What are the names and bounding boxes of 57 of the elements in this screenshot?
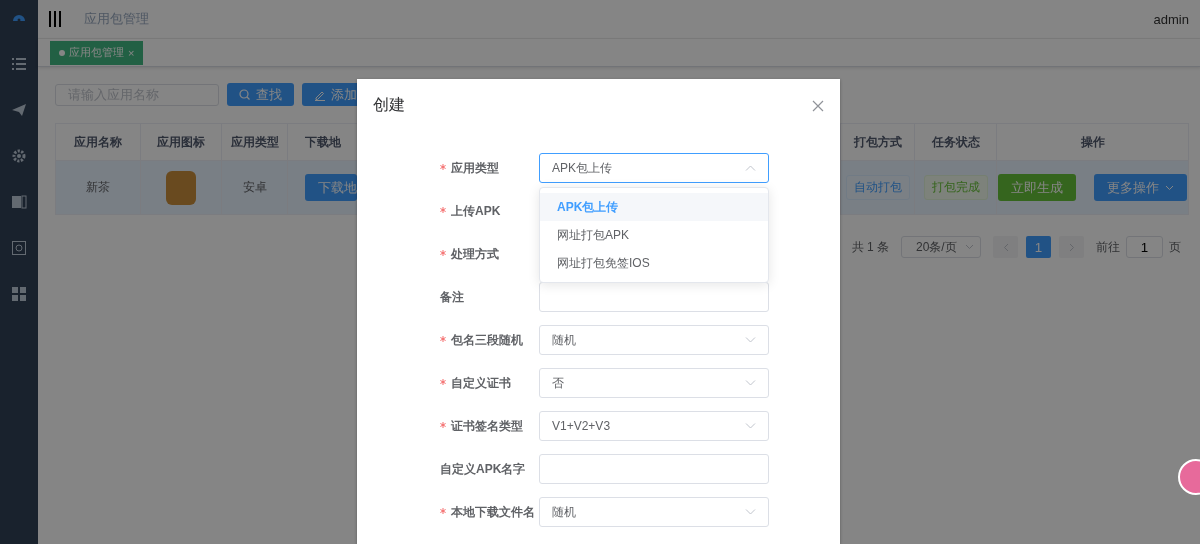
- chevron-down-icon: [745, 337, 756, 343]
- field-label: 本地下载文件名: [451, 504, 535, 519]
- field-label: 处理方式: [451, 246, 499, 261]
- dropdown-option[interactable]: 网址打包APK: [540, 221, 768, 249]
- list-icon[interactable]: [11, 56, 27, 72]
- chevron-down-icon: [745, 423, 756, 429]
- field-label: 自定义证书: [451, 375, 511, 390]
- field-label: 应用类型: [451, 160, 499, 175]
- goto-page-field[interactable]: 1: [1126, 236, 1163, 258]
- select-field[interactable]: APK包上传: [539, 153, 769, 183]
- field-label: 自定义APK名字: [440, 461, 526, 476]
- column-header: 打包方式: [840, 123, 915, 161]
- user-name[interactable]: admin: [1153, 11, 1189, 27]
- field-label: 备注: [440, 289, 464, 304]
- page-unit-label: 页: [1169, 238, 1181, 256]
- field-label: 上传APK: [451, 203, 501, 218]
- field-label: 证书签名类型: [451, 418, 523, 433]
- search-icon: [239, 88, 251, 101]
- dialog-title: 创建: [373, 95, 405, 115]
- paper-plane-icon[interactable]: [11, 102, 27, 118]
- dropdown-option[interactable]: APK包上传: [540, 193, 768, 221]
- column-header: 应用图标: [140, 123, 222, 161]
- safe-icon[interactable]: [11, 240, 27, 256]
- chevron-down-icon: [745, 380, 756, 386]
- input-field[interactable]: [539, 454, 769, 484]
- settings-icon[interactable]: [11, 148, 27, 164]
- select-field[interactable]: V1+V2+V3: [539, 411, 769, 441]
- chevron-down-icon: [745, 509, 756, 515]
- close-icon[interactable]: [812, 99, 824, 112]
- select-field[interactable]: 随机: [539, 325, 769, 355]
- field-label: 包名三段随机: [451, 332, 523, 347]
- total-count: 共 1 条: [851, 238, 889, 256]
- table-cell: 新茶: [55, 160, 141, 215]
- caret-icon: [1165, 184, 1174, 191]
- column-header: 下载地: [287, 123, 358, 161]
- select-field[interactable]: 随机: [539, 497, 769, 527]
- column-header: 应用类型: [221, 123, 288, 161]
- grid-icon[interactable]: [11, 286, 27, 302]
- select-field[interactable]: 否: [539, 368, 769, 398]
- chevron-up-icon: [745, 165, 756, 171]
- page-size-select[interactable]: 20条/页: [901, 236, 981, 258]
- status-tag: 打包完成: [923, 175, 988, 200]
- table-cell: 安卓: [221, 160, 288, 215]
- dropdown-option[interactable]: 网址打包免签IOS: [540, 249, 768, 277]
- door-icon[interactable]: [11, 194, 27, 210]
- pack-mode-tag: 自动打包: [845, 175, 910, 200]
- menu-icon[interactable]: [48, 11, 62, 27]
- chevron-left-icon: [1002, 242, 1009, 252]
- input-field[interactable]: [539, 282, 769, 312]
- photo-placeholder: [166, 170, 196, 205]
- chevron-down-icon: [965, 244, 974, 250]
- column-header: 应用名称: [55, 123, 141, 161]
- column-header: 任务状态: [914, 123, 997, 161]
- column-header: 操作: [996, 123, 1189, 161]
- goto-label: 前往: [1096, 238, 1120, 256]
- status-dot-icon: [59, 49, 65, 56]
- chevron-right-icon: [1068, 242, 1075, 252]
